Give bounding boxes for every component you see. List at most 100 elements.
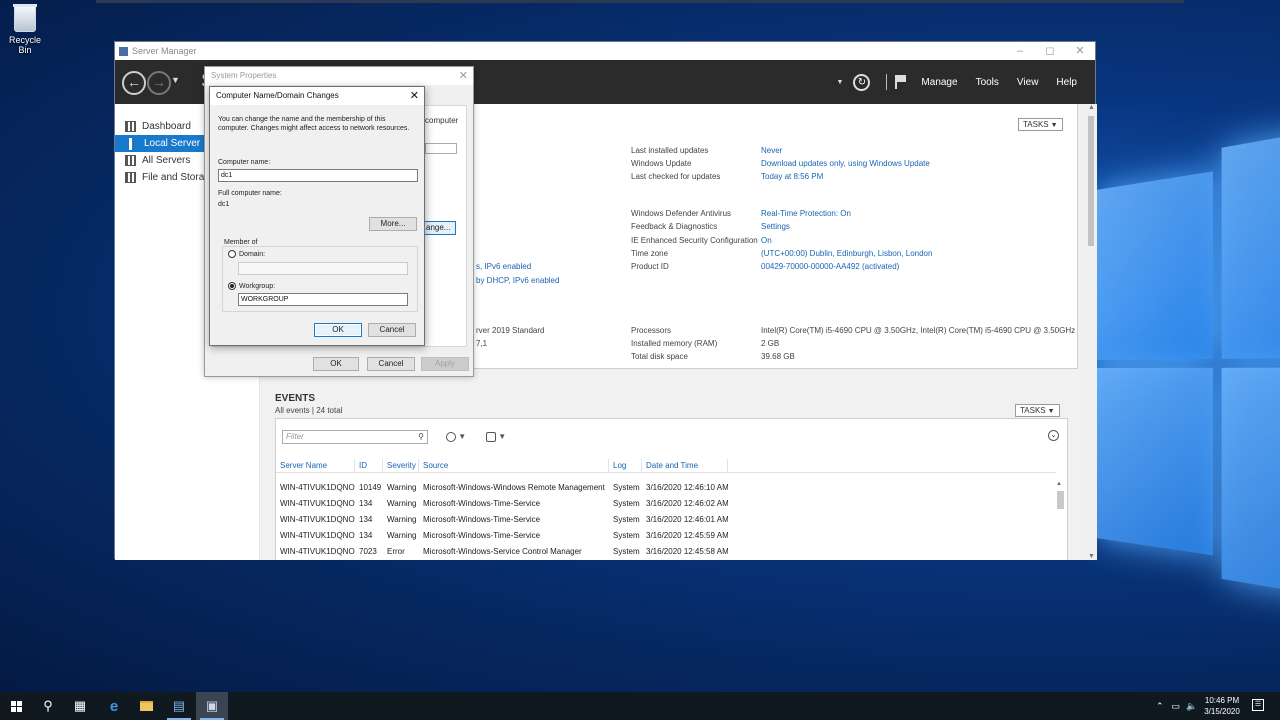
more-button[interactable]: More...	[369, 217, 417, 231]
property-value: Intel(R) Core(TM) i5-4690 CPU @ 3.50GHz,…	[761, 326, 1076, 335]
search-button[interactable]: ⚲	[32, 692, 64, 720]
full-name-value: dc1	[218, 201, 230, 208]
events-scrollbar[interactable]: ▲	[1056, 481, 1064, 560]
expand-chevron-icon[interactable]: ⌄	[1048, 430, 1059, 441]
maximize-button[interactable]: ◻	[1035, 42, 1065, 60]
column-source[interactable]: Source	[419, 459, 609, 472]
cell-severity: Warning	[387, 530, 417, 540]
table-row[interactable]: WIN-4TIVUK1DQNO 134 Warning Microsoft-Wi…	[276, 527, 1056, 543]
close-icon[interactable]: ✕	[410, 89, 419, 102]
storage-icon	[125, 172, 136, 183]
task-view-icon: ▦	[73, 698, 87, 713]
computer-name-input[interactable]: dc1	[218, 169, 418, 182]
main-scrollbar[interactable]: ▲ ▼	[1085, 104, 1097, 560]
domain-input	[238, 262, 408, 275]
menu-help[interactable]: Help	[1056, 77, 1077, 88]
table-row[interactable]: WIN-4TIVUK1DQNO 134 Warning Microsoft-Wi…	[276, 511, 1056, 527]
domain-radio[interactable]	[228, 250, 236, 258]
menu-tools[interactable]: Tools	[976, 77, 999, 88]
refresh-icon[interactable]: ↻	[853, 73, 871, 91]
property-label: Last installed updates	[631, 146, 709, 155]
property-value-link[interactable]: (UTC+00:00) Dublin, Edinburgh, Lisbon, L…	[761, 249, 932, 258]
back-button[interactable]: ←	[122, 71, 146, 95]
property-value-link[interactable]: Real-Time Protection: On	[761, 209, 851, 218]
events-title: EVENTS	[275, 393, 316, 404]
menu-manage[interactable]: Manage	[921, 77, 957, 88]
property-value-link[interactable]: Settings	[761, 222, 790, 231]
recycle-bin[interactable]: Recycle Bin	[4, 4, 46, 55]
recycle-bin-label: Recycle Bin	[8, 35, 41, 55]
cell-server: WIN-4TIVUK1DQNO	[280, 530, 355, 540]
minimize-button[interactable]: –	[1005, 42, 1035, 60]
scroll-up-icon[interactable]: ▲	[1088, 104, 1095, 111]
close-button[interactable]: ✕	[1065, 42, 1095, 60]
notifications-flag-icon[interactable]	[895, 75, 907, 89]
cancel-button[interactable]: Cancel	[367, 357, 415, 371]
forward-button[interactable]: →	[147, 71, 171, 95]
property-value: 2 GB	[761, 339, 780, 348]
events-table-header: Server Name ID Severity Source Log Date …	[276, 459, 1056, 473]
events-tasks-button[interactable]: TASKS	[1015, 404, 1060, 417]
property-value-link[interactable]: Download updates only, using Windows Upd…	[761, 159, 930, 168]
column-date-time[interactable]: Date and Time	[642, 459, 728, 472]
task-view-button[interactable]: ▦	[64, 692, 96, 720]
ethernet-ipv6-link[interactable]: s, IPv6 enabled	[476, 262, 531, 271]
server-manager-taskbar-button[interactable]: ▤	[163, 692, 195, 720]
show-hidden-icons-chevron-icon[interactable]: ⌃	[1156, 701, 1164, 712]
table-row[interactable]: WIN-4TIVUK1DQNO 134 Warning Microsoft-Wi…	[276, 495, 1056, 511]
change-button[interactable]: ange...	[423, 221, 456, 235]
column-severity[interactable]: Severity	[383, 459, 419, 472]
system-properties-icon: ▣	[205, 698, 219, 713]
table-row[interactable]: WIN-4TIVUK1DQNO 10149 Warning Microsoft-…	[276, 479, 1056, 495]
column-server-name[interactable]: Server Name	[276, 459, 355, 472]
computer-name-dialog: Computer Name/Domain Changes ✕ You can c…	[209, 86, 425, 346]
computer-name-dialog-title[interactable]: Computer Name/Domain Changes	[210, 87, 424, 105]
selection-marker-icon	[129, 137, 132, 150]
properties-tasks-button[interactable]: TASKS	[1018, 118, 1063, 131]
scroll-thumb[interactable]	[1088, 116, 1094, 246]
property-value-link[interactable]: Never	[761, 146, 782, 155]
property-value-link[interactable]: 00429-70000-00000-AA492 (activated)	[761, 262, 899, 271]
events-filter-input[interactable]: Filter ⚲	[282, 430, 428, 444]
workgroup-input[interactable]: WORKGROUP	[238, 293, 408, 306]
property-label: Installed memory (RAM)	[631, 339, 718, 348]
ok-button[interactable]: OK	[314, 323, 362, 337]
search-icon: ⚲	[43, 698, 53, 713]
taskbar-clock[interactable]: 10:46 PM 3/15/2020	[1200, 695, 1244, 717]
computer-name-label: Computer name:	[218, 159, 271, 166]
save-query-control[interactable]: ▼	[486, 432, 506, 442]
scroll-down-icon[interactable]: ▼	[1088, 553, 1095, 560]
cancel-button[interactable]: Cancel	[368, 323, 416, 337]
property-label: Product ID	[631, 262, 669, 271]
column-id[interactable]: ID	[355, 459, 383, 472]
history-dropdown-icon[interactable]: ▼	[171, 75, 180, 85]
column-log[interactable]: Log	[609, 459, 642, 472]
cell-source: Microsoft-Windows-Time-Service	[423, 514, 541, 524]
system-properties-taskbar-button[interactable]: ▣	[196, 692, 228, 720]
computer-description-input[interactable]	[425, 143, 457, 154]
system-properties-title[interactable]: System Properties	[205, 67, 473, 85]
sidebar-item-label: Dashboard	[142, 121, 191, 132]
desktop-top-strip	[96, 0, 1184, 3]
file-explorer-button[interactable]	[130, 692, 162, 720]
server-manager-titlebar[interactable]: Server Manager – ◻ ✕	[115, 42, 1095, 60]
windows-logo-wallpaper	[1096, 119, 1280, 606]
search-icon[interactable]: ⚲	[418, 431, 424, 443]
scroll-up-icon[interactable]: ▲	[1056, 481, 1062, 487]
network-icon[interactable]: ▭	[1172, 701, 1181, 712]
workgroup-radio[interactable]	[228, 282, 236, 290]
close-icon[interactable]: ✕	[459, 69, 468, 82]
menu-view[interactable]: View	[1017, 77, 1039, 88]
edge-button[interactable]: e	[98, 692, 130, 720]
table-row[interactable]: WIN-4TIVUK1DQNO 7023 Error Microsoft-Win…	[276, 543, 1056, 559]
ethernet-dhcp-link[interactable]: by DHCP, IPv6 enabled	[476, 276, 559, 285]
volume-icon[interactable]: 🔈	[1186, 701, 1197, 712]
start-button[interactable]	[0, 692, 32, 720]
ok-button[interactable]: OK	[313, 357, 359, 371]
property-value-link[interactable]: Today at 8:56 PM	[761, 172, 823, 181]
list-options-control[interactable]: ▼	[446, 432, 466, 442]
property-value-link[interactable]: On	[761, 236, 772, 245]
scroll-thumb[interactable]	[1057, 491, 1064, 509]
refresh-dropdown-icon[interactable]: ▼	[836, 79, 843, 86]
action-center-icon[interactable]: ☰	[1252, 699, 1264, 711]
